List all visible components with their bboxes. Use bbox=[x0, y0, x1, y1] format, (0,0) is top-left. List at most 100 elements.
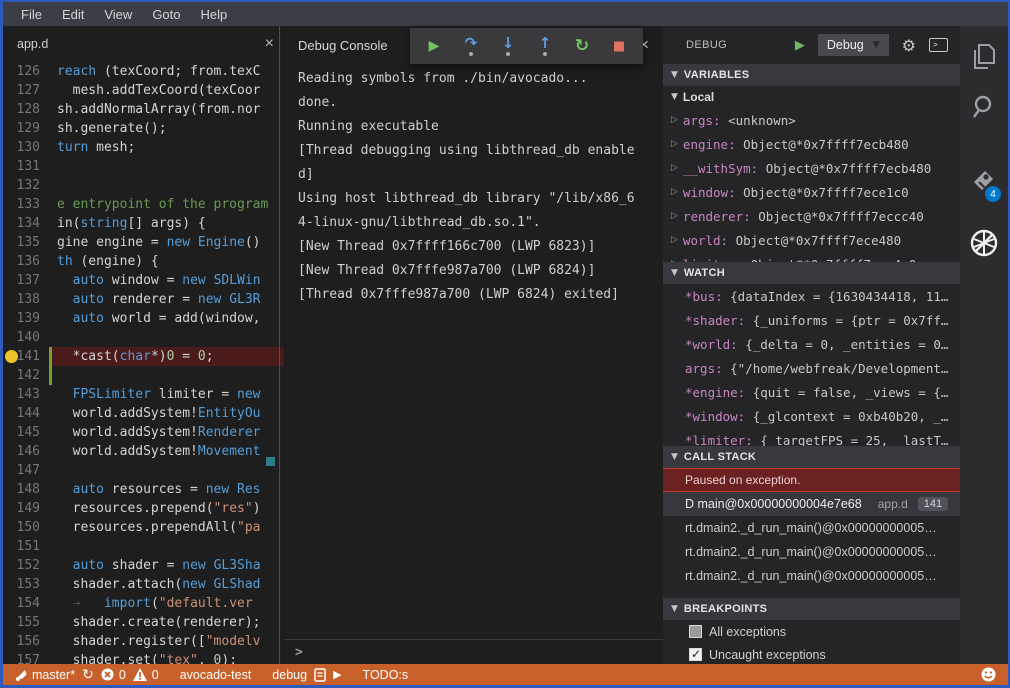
code-line[interactable]: 155 shader.create(renderer); bbox=[3, 613, 284, 632]
code-line[interactable]: 152 auto shader = new GL3Sha bbox=[3, 556, 284, 575]
code-line[interactable]: 136th (engine) { bbox=[3, 252, 284, 271]
code-line[interactable]: 143 FPSLimiter limiter = new bbox=[3, 385, 284, 404]
stack-frame-row[interactable]: rt.dmain2._d_run_main()@0x00000000005… bbox=[663, 564, 960, 588]
code-line[interactable]: 145 world.addSystem!Renderer bbox=[3, 423, 284, 442]
code-line[interactable]: 130turn mesh; bbox=[3, 138, 284, 157]
chevron-right-icon[interactable]: ▷ bbox=[671, 211, 678, 221]
breakpoint-icon[interactable] bbox=[5, 350, 18, 363]
code-editor[interactable]: 126reach (texCoord; from.texC127 mesh.ad… bbox=[3, 62, 284, 664]
git-branch-status[interactable]: master* bbox=[15, 668, 75, 682]
code-line[interactable]: 132 bbox=[3, 176, 284, 195]
code-line[interactable]: 148 auto resources = new Res bbox=[3, 480, 284, 499]
code-line[interactable]: 128sh.addNormalArray(from.nor bbox=[3, 100, 284, 119]
code-line[interactable]: 129sh.generate(); bbox=[3, 119, 284, 138]
variable-row[interactable]: ▷engine: Object@*0x7ffff7ecb480 bbox=[663, 132, 960, 156]
continue-button[interactable]: ▶ bbox=[425, 34, 443, 58]
stack-frame-row[interactable]: rt.dmain2._d_run_main()@0x00000000005… bbox=[663, 516, 960, 540]
code-line[interactable]: 147 bbox=[3, 461, 284, 480]
code-line[interactable]: 150 resources.prependAll("pa bbox=[3, 518, 284, 537]
variable-row[interactable]: ▷limiter: Object@*0x7ffff7ece4a0 bbox=[663, 252, 960, 262]
chevron-right-icon[interactable]: ▷ bbox=[671, 139, 678, 149]
code-line[interactable]: 154 → import("default.ver bbox=[3, 594, 284, 613]
code-line[interactable]: 137 auto window = new SDLWin bbox=[3, 271, 284, 290]
menu-item-goto[interactable]: Goto bbox=[142, 7, 190, 22]
code-line[interactable]: 151 bbox=[3, 537, 284, 556]
source-control-icon[interactable]: 4 bbox=[960, 158, 1008, 204]
code-line[interactable]: 131 bbox=[3, 157, 284, 176]
stack-frame-row[interactable]: D main@0x00000000004e7e68app.d141 bbox=[663, 492, 960, 516]
watch-row[interactable]: *bus: {dataIndex = {1630434418, 11… bbox=[663, 284, 960, 308]
step-out-button[interactable]: ↑ bbox=[536, 34, 554, 58]
errors-status[interactable]: 0 bbox=[101, 668, 126, 682]
scope-local[interactable]: ▼ Local bbox=[663, 86, 960, 108]
feedback-smiley-icon[interactable] bbox=[981, 667, 996, 682]
watch-row[interactable]: *shader: {_uniforms = {ptr = 0x7ff… bbox=[663, 308, 960, 332]
code-line[interactable]: 153 shader.attach(new GLShad bbox=[3, 575, 284, 594]
todo-status[interactable]: TODO:s bbox=[363, 668, 409, 682]
code-line[interactable]: 157 shader.set("tex", 0); bbox=[3, 651, 284, 664]
start-debug-icon[interactable]: ▶ bbox=[795, 38, 805, 53]
code-line[interactable]: 134in(string[] args) { bbox=[3, 214, 284, 233]
tab-app-d[interactable]: app.d × bbox=[3, 26, 284, 62]
chevron-right-icon[interactable]: ▷ bbox=[671, 259, 678, 262]
code-line[interactable]: 140 bbox=[3, 328, 284, 347]
code-line[interactable]: 144 world.addSystem!EntityOu bbox=[3, 404, 284, 423]
code-line[interactable]: 156 shader.register(["modelv bbox=[3, 632, 284, 651]
paused-code-line[interactable]: 141 *cast(char*)0 = 0; bbox=[3, 347, 284, 366]
checkbox[interactable] bbox=[689, 625, 702, 638]
close-icon[interactable]: × bbox=[265, 36, 274, 52]
debug-icon[interactable] bbox=[960, 220, 1008, 266]
code-line[interactable]: 126reach (texCoord; from.texC bbox=[3, 62, 284, 81]
stop-button[interactable]: ■ bbox=[610, 34, 628, 58]
step-into-button[interactable]: ↓ bbox=[499, 34, 517, 58]
code-line[interactable]: 127 mesh.addTexCoord(texCoor bbox=[3, 81, 284, 100]
chevron-right-icon[interactable]: ▷ bbox=[671, 235, 678, 245]
code-line[interactable]: 133e entrypoint of the program bbox=[3, 195, 284, 214]
section-header-call-stack[interactable]: ▼ CALL STACK bbox=[663, 446, 960, 468]
section-header-breakpoints[interactable]: ▼ BREAKPOINTS bbox=[663, 598, 960, 620]
watch-row[interactable]: *window: {_glcontext = 0xb40b20, _… bbox=[663, 404, 960, 428]
build-config-status[interactable]: debug bbox=[272, 668, 307, 682]
chevron-right-icon[interactable]: ▷ bbox=[671, 187, 678, 197]
variable-row[interactable]: ▷__withSym: Object@*0x7ffff7ecb480 bbox=[663, 156, 960, 180]
code-line[interactable]: 149 resources.prepend("res") bbox=[3, 499, 284, 518]
restart-button[interactable]: ↻ bbox=[573, 34, 591, 58]
run-icon[interactable]: ▶ bbox=[333, 668, 341, 681]
watch-row[interactable]: *limiter: {_targetFPS = 25, _lastT… bbox=[663, 428, 960, 446]
debug-console-input[interactable]: > bbox=[285, 639, 663, 664]
project-status[interactable]: avocado-test bbox=[180, 668, 252, 682]
section-header-variables[interactable]: ▼ VARIABLES bbox=[663, 64, 960, 86]
breakpoint-row[interactable]: All exceptions bbox=[663, 620, 960, 643]
checkbox[interactable] bbox=[689, 648, 702, 661]
open-console-icon[interactable]: > bbox=[929, 38, 948, 52]
section-header-watch[interactable]: ▼ WATCH bbox=[663, 262, 960, 284]
menu-item-file[interactable]: File bbox=[11, 7, 52, 22]
warnings-status[interactable]: 0 bbox=[133, 668, 159, 682]
variable-row[interactable]: ▷renderer: Object@*0x7ffff7eccc40 bbox=[663, 204, 960, 228]
variable-row[interactable]: ▷window: Object@*0x7ffff7ece1c0 bbox=[663, 180, 960, 204]
search-icon[interactable] bbox=[960, 84, 1008, 130]
code-line[interactable]: 146 world.addSystem!Movement bbox=[3, 442, 284, 461]
stack-frame-row[interactable]: rt.dmain2._d_run_main()@0x00000000005… bbox=[663, 540, 960, 564]
code-line[interactable]: 142 bbox=[3, 366, 284, 385]
sync-icon[interactable]: ↻ bbox=[82, 667, 94, 683]
variable-row[interactable]: ▷world: Object@*0x7ffff7ece480 bbox=[663, 228, 960, 252]
code-line[interactable]: 139 auto world = add(window, bbox=[3, 309, 284, 328]
watch-row[interactable]: *world: {_delta = 0, _entities = 0… bbox=[663, 332, 960, 356]
chevron-right-icon[interactable]: ▷ bbox=[671, 115, 678, 125]
variable-row[interactable]: ▷args: <unknown> bbox=[663, 108, 960, 132]
code-line[interactable]: 135gine engine = new Engine() bbox=[3, 233, 284, 252]
chevron-right-icon[interactable]: ▷ bbox=[671, 163, 678, 173]
explorer-icon[interactable] bbox=[960, 34, 1008, 80]
step-over-button[interactable]: ↷ bbox=[462, 34, 480, 58]
breakpoint-row[interactable]: Uncaught exceptions bbox=[663, 643, 960, 664]
watch-row[interactable]: *engine: {quit = false, _views = {… bbox=[663, 380, 960, 404]
watch-row[interactable]: args: {"/home/webfreak/Development… bbox=[663, 356, 960, 380]
document-icon[interactable] bbox=[314, 668, 326, 682]
menu-item-edit[interactable]: Edit bbox=[52, 7, 94, 22]
menu-item-view[interactable]: View bbox=[94, 7, 142, 22]
code-line[interactable]: 138 auto renderer = new GL3R bbox=[3, 290, 284, 309]
debug-config-dropdown[interactable]: Debug ▼ bbox=[818, 34, 889, 56]
gear-icon[interactable]: ⚙ bbox=[902, 36, 916, 55]
menu-item-help[interactable]: Help bbox=[191, 7, 238, 22]
